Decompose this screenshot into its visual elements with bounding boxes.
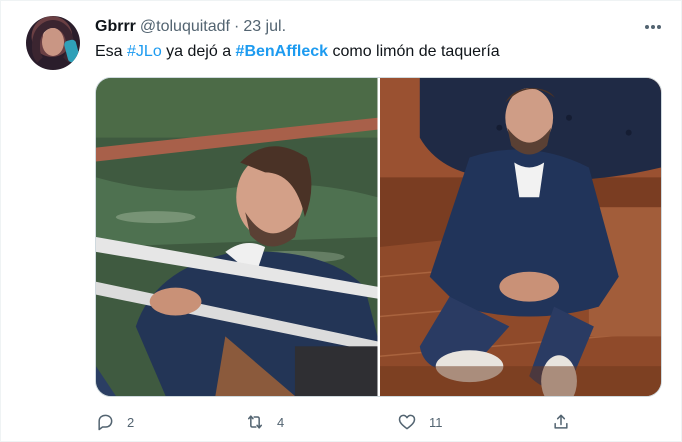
author-handle[interactable]: @toluquitadf [140,18,230,36]
retweet-icon [248,415,262,429]
tweet-card[interactable]: Gbrrr @toluquitadf · 23 jul. Esa #JLo ya… [0,0,682,442]
photo-1-image [96,78,378,396]
header-separator: · [233,18,240,35]
like-count: 11 [429,414,443,430]
more-options-button[interactable] [641,19,665,35]
hashtag-benaffleck[interactable]: #BenAffleck [236,43,328,60]
retweet-count: 4 [277,414,285,430]
tweet-text: Esa #JLo ya dejó a #BenAffleck como limó… [95,42,500,62]
author-name[interactable]: Gbrrr [95,18,136,36]
tweet-media [95,77,662,397]
retweet-button[interactable]: 4 [245,411,284,433]
heart-icon [398,414,416,430]
tweet-header: Gbrrr @toluquitadf · 23 jul. [95,17,286,37]
tweet-text-part: Esa [95,43,128,60]
tweet-photo-2[interactable] [379,78,661,396]
tweet-text-part: ya dejó a [161,43,236,60]
avatar-face [42,28,64,56]
tweet-date[interactable]: 23 jul. [243,18,286,36]
hashtag-jlo[interactable]: #JLo [127,43,162,60]
like-button[interactable]: 11 [397,411,443,433]
more-horizontal-icon [645,25,661,29]
reply-icon [98,414,113,431]
reply-button[interactable]: 2 [95,411,134,433]
reply-count: 2 [127,414,135,430]
share-icon [554,414,568,429]
author-avatar[interactable] [26,16,80,70]
tweet-photo-1[interactable] [96,78,378,396]
tweet-actions: 2 4 11 [95,411,575,433]
share-button[interactable] [551,411,571,433]
photo-2-image [379,78,661,396]
tweet-text-part: como limón de taquería [328,43,500,60]
